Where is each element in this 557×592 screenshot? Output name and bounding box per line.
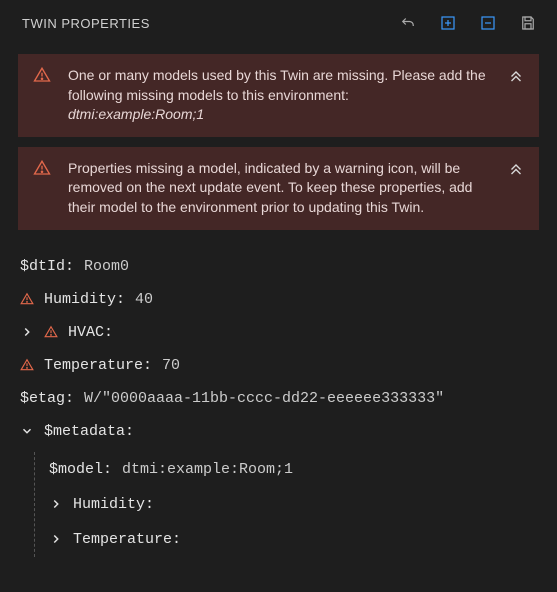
prop-value: dtmi:example:Room;1 — [122, 459, 293, 480]
prop-metadata[interactable]: $metadata: — [20, 415, 537, 448]
prop-metadata-humidity[interactable]: Humidity: — [49, 487, 537, 522]
warning-detail: dtmi:example:Room;1 — [68, 106, 204, 122]
chevron-right-icon[interactable] — [20, 325, 34, 339]
panel-toolbar — [397, 12, 539, 34]
prop-key: $etag: — [20, 388, 74, 409]
undo-button[interactable] — [397, 12, 419, 34]
warning-icon — [33, 66, 51, 90]
missing-property-model-warning: Properties missing a model, indicated by… — [18, 147, 539, 230]
prop-value: W/"0000aaaa-11bb-cccc-dd22-eeeeee333333" — [84, 388, 444, 409]
chevron-down-icon[interactable] — [20, 424, 34, 438]
panel-header: TWIN PROPERTIES — [0, 6, 557, 44]
prop-hvac[interactable]: HVAC: — [20, 316, 537, 349]
prop-key: $dtId: — [20, 256, 74, 277]
missing-models-warning: One or many models used by this Twin are… — [18, 54, 539, 137]
save-button[interactable] — [517, 12, 539, 34]
prop-key: Humidity: — [44, 289, 125, 310]
warning-icon — [20, 292, 34, 306]
prop-value: Room0 — [84, 256, 129, 277]
metadata-children: $model: dtmi:example:Room;1 Humidity: Te… — [34, 452, 537, 557]
collapse-warning-button[interactable] — [507, 159, 525, 183]
warning-icon — [44, 325, 58, 339]
expand-all-button[interactable] — [437, 12, 459, 34]
prop-value: 40 — [135, 289, 153, 310]
prop-metadata-temperature[interactable]: Temperature: — [49, 522, 537, 557]
warning-text: Properties missing a model, indicated by… — [68, 160, 472, 215]
prop-key: Temperature: — [73, 529, 181, 550]
prop-metadata-model[interactable]: $model: dtmi:example:Room;1 — [49, 452, 537, 487]
warning-text: One or many models used by this Twin are… — [68, 67, 486, 103]
prop-key: $model: — [49, 459, 112, 480]
collapse-warning-button[interactable] — [507, 66, 525, 90]
panel-title: TWIN PROPERTIES — [22, 16, 397, 31]
collapse-all-button[interactable] — [477, 12, 499, 34]
chevron-right-icon[interactable] — [49, 497, 63, 511]
warning-icon — [20, 358, 34, 372]
prop-key: $metadata: — [44, 421, 134, 442]
twin-properties-panel: TWIN PROPERTIES One or many models used … — [0, 0, 557, 567]
chevron-right-icon[interactable] — [49, 532, 63, 546]
prop-etag[interactable]: $etag: W/"0000aaaa-11bb-cccc-dd22-eeeeee… — [20, 382, 537, 415]
prop-dtid[interactable]: $dtId: Room0 — [20, 250, 537, 283]
prop-key: HVAC: — [68, 322, 113, 343]
prop-temperature[interactable]: Temperature: 70 — [20, 349, 537, 382]
prop-humidity[interactable]: Humidity: 40 — [20, 283, 537, 316]
properties-list: $dtId: Room0 Humidity: 40 HVAC: Temperat… — [0, 240, 557, 567]
prop-value: 70 — [162, 355, 180, 376]
warning-icon — [33, 159, 51, 183]
prop-key: Temperature: — [44, 355, 152, 376]
prop-key: Humidity: — [73, 494, 154, 515]
